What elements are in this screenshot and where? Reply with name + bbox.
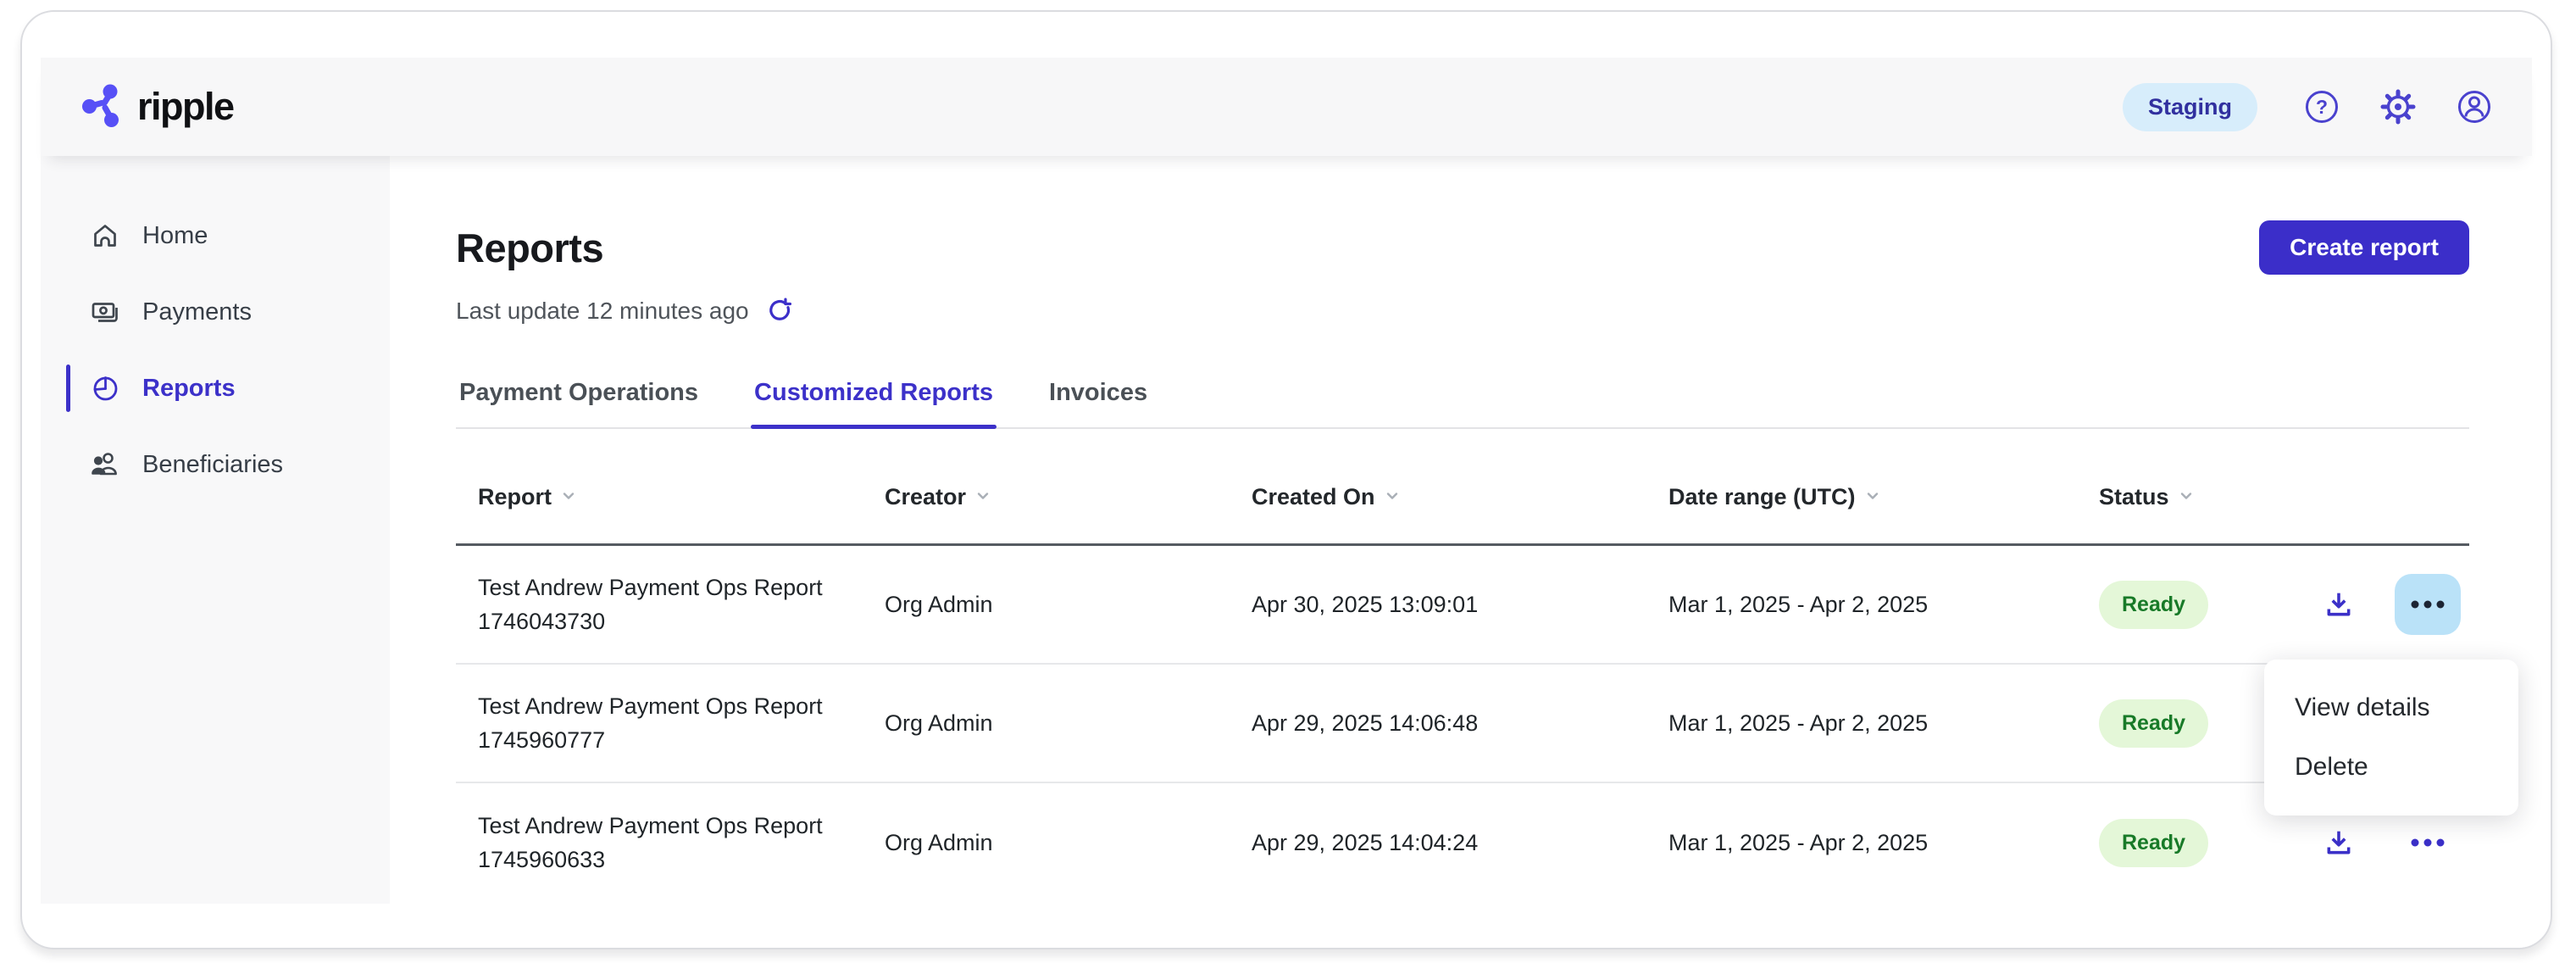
column-header-status[interactable]: Status — [2099, 484, 2292, 510]
column-header-created-on[interactable]: Created On — [1252, 484, 1668, 510]
beneficiaries-icon — [90, 449, 120, 480]
status-badge: Ready — [2099, 699, 2208, 748]
table-row: Test Andrew Payment Ops Report 174596063… — [456, 783, 2469, 902]
payments-icon — [90, 297, 120, 327]
status-cell: Ready — [2099, 819, 2292, 867]
ripple-logo-icon — [80, 82, 125, 132]
status-badge: Ready — [2099, 819, 2208, 867]
chevron-down-icon — [974, 484, 991, 510]
table-row: Test Andrew Payment Ops Report 174596077… — [456, 665, 2469, 783]
report-name-cell: Test Andrew Payment Ops Report 174596063… — [456, 809, 885, 877]
reports-pie-icon — [90, 373, 120, 404]
created-on-cell: Apr 30, 2025 13:09:01 — [1252, 592, 1668, 618]
status-cell: Ready — [2099, 581, 2292, 629]
sidebar-item-home[interactable]: Home — [41, 209, 390, 263]
main-content: Reports Last update 12 minutes ago Creat… — [390, 166, 2532, 948]
tab-payment-operations[interactable]: Payment Operations — [456, 378, 702, 427]
sidebar: Home Payments Reports — [41, 156, 390, 904]
tab-invoices[interactable]: Invoices — [1046, 378, 1151, 427]
sidebar-item-label: Home — [142, 222, 208, 250]
row-actions-menu: View details Delete — [2264, 660, 2518, 815]
page-title: Reports — [456, 225, 2469, 271]
app-window: ripple Staging ? — [20, 10, 2552, 949]
table-row: Test Andrew Payment Ops Report 174604373… — [456, 546, 2469, 665]
sidebar-item-label: Beneficiaries — [142, 451, 283, 479]
date-range-cell: Mar 1, 2025 - Apr 2, 2025 — [1668, 710, 2099, 737]
created-on-cell: Apr 29, 2025 14:04:24 — [1252, 830, 1668, 856]
date-range-cell: Mar 1, 2025 - Apr 2, 2025 — [1668, 830, 2099, 856]
tab-customized-reports[interactable]: Customized Reports — [751, 378, 997, 427]
creator-cell: Org Admin — [885, 830, 1252, 856]
help-icon[interactable]: ? — [2303, 88, 2340, 125]
chevron-down-icon — [2178, 484, 2195, 510]
column-header-creator[interactable]: Creator — [885, 484, 1252, 510]
sidebar-item-label: Payments — [142, 298, 252, 326]
refresh-button[interactable] — [766, 298, 793, 325]
topbar: ripple Staging ? — [41, 58, 2532, 156]
row-actions-button[interactable] — [2395, 812, 2461, 873]
chevron-down-icon — [560, 484, 577, 510]
settings-gear-icon[interactable] — [2379, 88, 2417, 125]
column-header-date-range[interactable]: Date range (UTC) — [1668, 484, 2099, 510]
created-on-cell: Apr 29, 2025 14:06:48 — [1252, 710, 1668, 737]
chevron-down-icon — [1384, 484, 1401, 510]
brand-name: ripple — [137, 85, 234, 129]
sidebar-item-beneficiaries[interactable]: Beneficiaries — [41, 437, 390, 492]
user-avatar-icon[interactable] — [2456, 88, 2493, 125]
last-update-text: Last update 12 minutes ago — [456, 297, 749, 326]
ripple-logo[interactable]: ripple — [80, 82, 234, 132]
download-button[interactable] — [2322, 826, 2356, 860]
menu-item-view-details[interactable]: View details — [2264, 678, 2518, 738]
date-range-cell: Mar 1, 2025 - Apr 2, 2025 — [1668, 592, 2099, 618]
sidebar-item-reports[interactable]: Reports — [41, 361, 390, 415]
column-header-report[interactable]: Report — [456, 484, 885, 510]
menu-item-delete[interactable]: Delete — [2264, 738, 2518, 797]
create-report-button[interactable]: Create report — [2259, 220, 2469, 275]
sidebar-item-payments[interactable]: Payments — [41, 285, 390, 339]
sidebar-item-label: Reports — [142, 375, 236, 403]
row-actions-button[interactable] — [2395, 574, 2461, 635]
home-icon — [90, 220, 120, 251]
creator-cell: Org Admin — [885, 592, 1252, 618]
report-name-cell: Test Andrew Payment Ops Report 174604373… — [456, 571, 885, 638]
report-name-cell: Test Andrew Payment Ops Report 174596077… — [456, 689, 885, 757]
chevron-down-icon — [1864, 484, 1881, 510]
status-cell: Ready — [2099, 699, 2292, 748]
table-header: Report Creator Created On Date range (UT… — [456, 429, 2469, 546]
download-button[interactable] — [2322, 587, 2356, 621]
svg-text:?: ? — [2316, 96, 2328, 118]
tabs: Payment Operations Customized Reports In… — [456, 378, 2469, 429]
creator-cell: Org Admin — [885, 710, 1252, 737]
status-badge: Ready — [2099, 581, 2208, 629]
environment-badge: Staging — [2123, 83, 2257, 131]
